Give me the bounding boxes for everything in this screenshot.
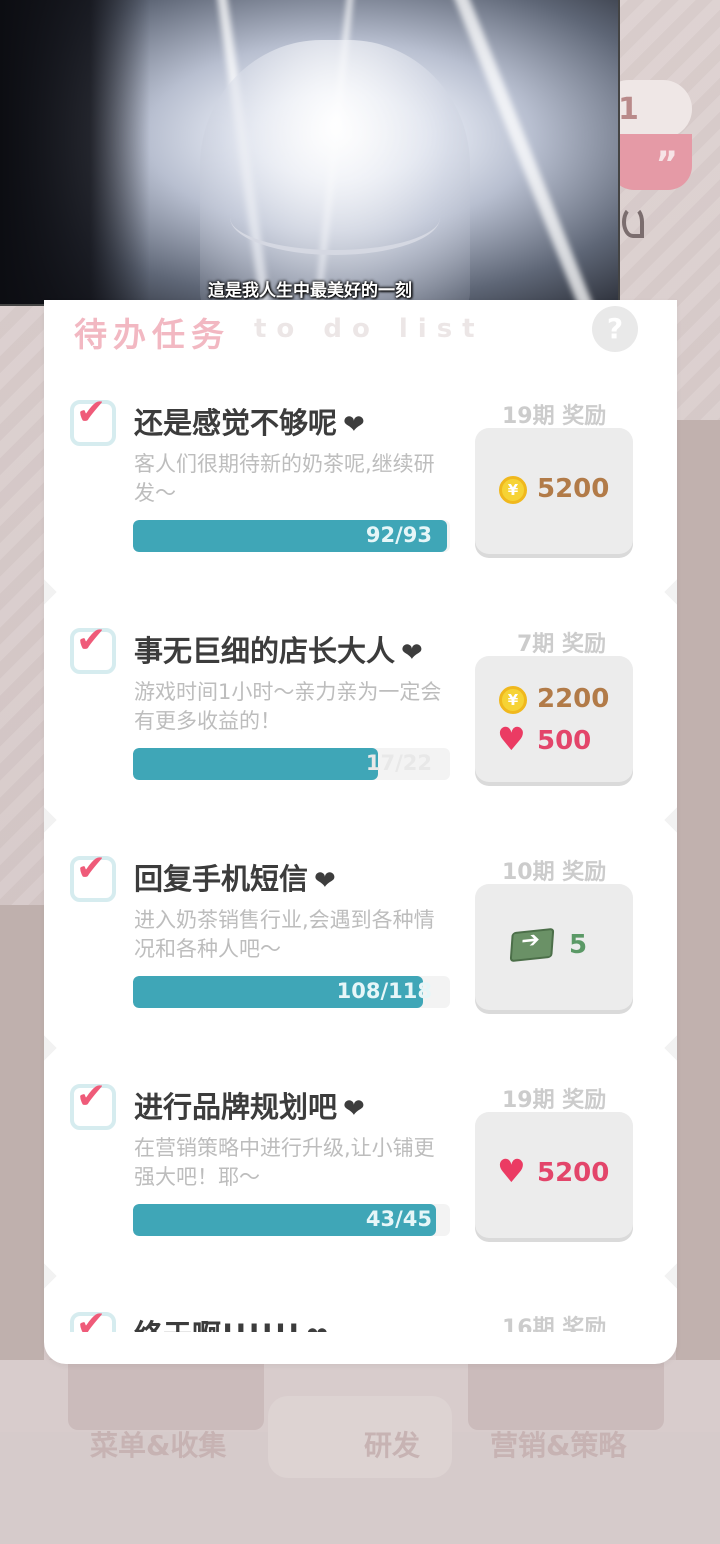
checkmark-icon: ✔ — [76, 620, 107, 661]
heart-icon: ❤ — [343, 410, 365, 440]
todo-list-modal: 待办任务 to do list ? ✔ 还是感觉不够呢 ❤ 客人们很期待新的奶茶呢… — [44, 300, 677, 1364]
task-list[interactable]: ✔ 还是感觉不够呢 ❤ 客人们很期待新的奶茶呢,继续研发～ 92/93 19期 奖… — [44, 364, 677, 1332]
nav-research[interactable]: 研发 — [364, 1424, 420, 1464]
checkmark-icon: ✔ — [76, 1304, 107, 1332]
reward-box[interactable]: ¥ 5200 — [475, 428, 633, 554]
checkmark-icon: ✔ — [76, 1076, 107, 1117]
reward-amount: 500 — [537, 726, 592, 756]
progress-text: 108/118 — [336, 979, 432, 1003]
coin-icon: ¥ — [499, 686, 527, 714]
progress-text: 43/45 — [365, 1207, 432, 1231]
progress-text: 17/22 — [365, 751, 432, 775]
heart-icon: ♥ — [497, 1152, 526, 1190]
top-right-counter-number: 1 — [618, 92, 639, 127]
reward-amount: 5200 — [537, 474, 610, 504]
heart-icon: ❤ — [343, 1094, 365, 1124]
hook-icon — [622, 206, 644, 238]
divider — [44, 820, 677, 822]
modal-subtitle: to do list — [254, 314, 485, 344]
progress-fill — [133, 748, 379, 780]
reward-period: 10期 奖励 — [502, 860, 607, 885]
task-item: ✔ 事无巨细的店长大人 ❤ 游戏时间1小时～亲力亲为一定会有更多收益的！ 17/2… — [44, 592, 677, 820]
coin-icon: ¥ — [499, 476, 527, 504]
task-progress-bar: 43/45 — [133, 1204, 450, 1236]
divider — [44, 1048, 677, 1050]
task-description: 游戏时间1小时～亲力亲为一定会有更多收益的！ — [134, 680, 442, 733]
nav-menu-collection[interactable]: 菜单&收集 — [90, 1424, 226, 1464]
task-description: 客人们很期待新的奶茶呢,继续研发～ — [134, 452, 435, 505]
video-frame-character — [200, 40, 470, 304]
modal-title: 待办任务 — [74, 315, 230, 354]
task-progress-bar: 108/118 — [133, 976, 450, 1008]
reward-period: 16期 奖励 — [502, 1316, 607, 1332]
reward-amount: 2200 — [537, 684, 610, 714]
quote-icon: ” — [655, 144, 678, 184]
ticket-icon: ➔ — [509, 927, 555, 963]
task-title: 事无巨细的店长大人 ❤ — [134, 634, 423, 668]
task-description: 进入奶茶销售行业,会遇到各种情况和各种人吧～ — [134, 908, 435, 961]
task-checkbox[interactable]: ✔ — [70, 1076, 116, 1130]
help-button[interactable]: ? — [592, 306, 638, 352]
task-checkbox[interactable]: ✔ — [70, 392, 116, 446]
task-checkbox[interactable]: ✔ — [70, 848, 116, 902]
task-checkbox[interactable]: ✔ — [70, 620, 116, 674]
reward-period: 19期 奖励 — [502, 1088, 607, 1113]
nav-box-menu — [68, 1360, 264, 1430]
nav-research-button[interactable] — [268, 1396, 452, 1478]
background-wall-left — [0, 905, 44, 1425]
reward-box[interactable]: ➔ 5 — [475, 884, 633, 1010]
reward-ticket: ➔ 5 — [475, 927, 633, 968]
checkmark-icon: ✔ — [76, 392, 107, 433]
reward-box[interactable]: ¥ 2200 ♥ 500 — [475, 656, 633, 782]
task-item: ✔ 进行品牌规划吧 ❤ 在营销策略中进行升级,让小铺更强大吧！耶～ 43/45 1… — [44, 1048, 677, 1276]
task-item: ✔ 终于啊!!!!!!❤ 16期 奖励 — [44, 1276, 677, 1332]
reward-coin: ¥ 5200 — [475, 472, 633, 512]
nav-box-marketing — [468, 1360, 664, 1430]
progress-text: 92/93 — [365, 523, 432, 547]
heart-icon: ❤ — [401, 638, 423, 668]
reward-period: 19期 奖励 — [502, 404, 607, 429]
task-title: 终于啊!!!!!!❤ — [134, 1312, 328, 1332]
task-item: ✔ 还是感觉不够呢 ❤ 客人们很期待新的奶茶呢,继续研发～ 92/93 19期 奖… — [44, 364, 677, 592]
reward-heart: ♥ 5200 — [475, 1152, 633, 1196]
reward-box[interactable]: ♥ 5200 — [475, 1112, 633, 1238]
nav-marketing-strategy[interactable]: 营销&策略 — [490, 1424, 626, 1464]
modal-header: 待办任务 to do list ? — [44, 300, 677, 364]
reward-coin: ¥ 2200 — [475, 682, 633, 722]
task-checkbox[interactable]: ✔ — [70, 1304, 116, 1332]
light-ray — [445, 0, 609, 304]
task-progress-bar: 17/22 — [133, 748, 450, 780]
task-item: ✔ 回复手机短信 ❤ 进入奶茶销售行业,会遇到各种情况和各种人吧～ 108/118… — [44, 820, 677, 1048]
checkmark-icon: ✔ — [76, 848, 107, 889]
reward-amount: 5200 — [537, 1158, 610, 1188]
floating-video-player[interactable]: 這是我人生中最美好的一刻 — [0, 0, 620, 306]
divider — [44, 1276, 677, 1278]
task-title: 还是感觉不够呢 ❤ — [134, 406, 365, 440]
task-progress-bar: 92/93 — [133, 520, 450, 552]
reward-heart: ♥ 500 — [475, 720, 633, 764]
divider — [44, 592, 677, 594]
chat-bubble-button[interactable]: ” — [610, 134, 692, 190]
reward-period: 7期 奖励 — [517, 632, 606, 657]
background-wall-right — [676, 420, 720, 1430]
heart-icon: ❤ — [314, 866, 336, 896]
reward-amount: 5 — [569, 930, 588, 960]
video-subtitle: 這是我人生中最美好的一刻 — [208, 281, 412, 301]
task-title: 回复手机短信 ❤ — [134, 862, 336, 896]
task-description: 在营销策略中进行升级,让小铺更强大吧！耶～ — [134, 1136, 435, 1189]
heart-icon: ❤ — [306, 1322, 328, 1332]
task-title: 进行品牌规划吧 ❤ — [134, 1090, 365, 1124]
heart-icon: ♥ — [497, 720, 526, 758]
